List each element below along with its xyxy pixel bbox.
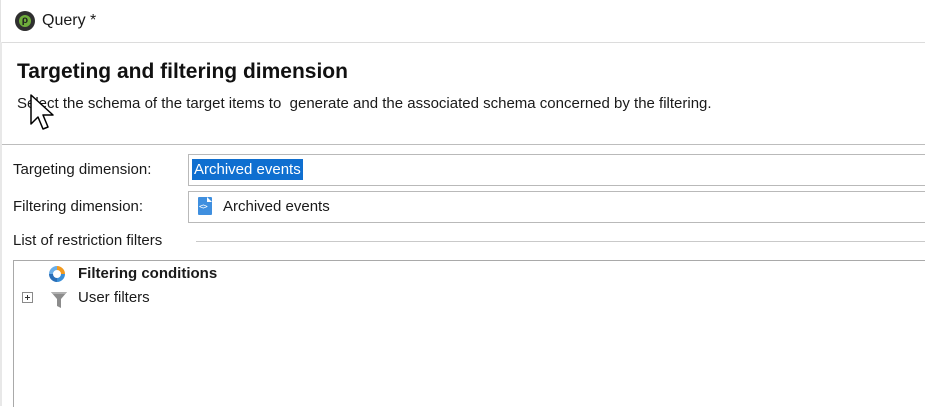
filtering-dimension-value[interactable]: Archived events: [223, 198, 330, 215]
restriction-filters-label: List of restriction filters: [13, 232, 167, 249]
page-header: Targeting and filtering dimension Select…: [0, 43, 925, 144]
targeting-dimension-field[interactable]: Archived events: [188, 154, 925, 186]
targeting-dimension-value[interactable]: Archived events: [192, 159, 303, 180]
funnel-icon: [51, 292, 67, 308]
header-divider: [0, 144, 925, 145]
tree-item-user-filters[interactable]: User filters: [14, 287, 925, 309]
expand-plus-icon[interactable]: [22, 292, 33, 303]
filtering-conditions-icon: [49, 266, 65, 282]
window-titlebar: ρ Query *: [0, 0, 925, 43]
page-description: Select the schema of the target items to…: [17, 95, 712, 112]
app-logo-icon: ρ: [15, 11, 35, 31]
tree-item-filtering-conditions[interactable]: Filtering conditions: [14, 263, 925, 285]
targeting-dimension-label: Targeting dimension:: [13, 161, 152, 178]
tree-item-label: Filtering conditions: [78, 265, 218, 282]
filtering-dimension-label: Filtering dimension:: [13, 198, 144, 215]
filtering-dimension-field[interactable]: <> Archived events: [188, 191, 925, 223]
mouse-cursor-icon: [30, 94, 54, 130]
window-left-edge: [0, 42, 2, 406]
page-title: Targeting and filtering dimension: [17, 60, 348, 83]
window-title: Query *: [42, 12, 97, 29]
schema-icon: <>: [198, 197, 212, 215]
group-divider: [196, 241, 925, 242]
restriction-filters-tree[interactable]: Filtering conditions User filters: [13, 260, 925, 407]
tree-item-label: User filters: [78, 289, 150, 306]
